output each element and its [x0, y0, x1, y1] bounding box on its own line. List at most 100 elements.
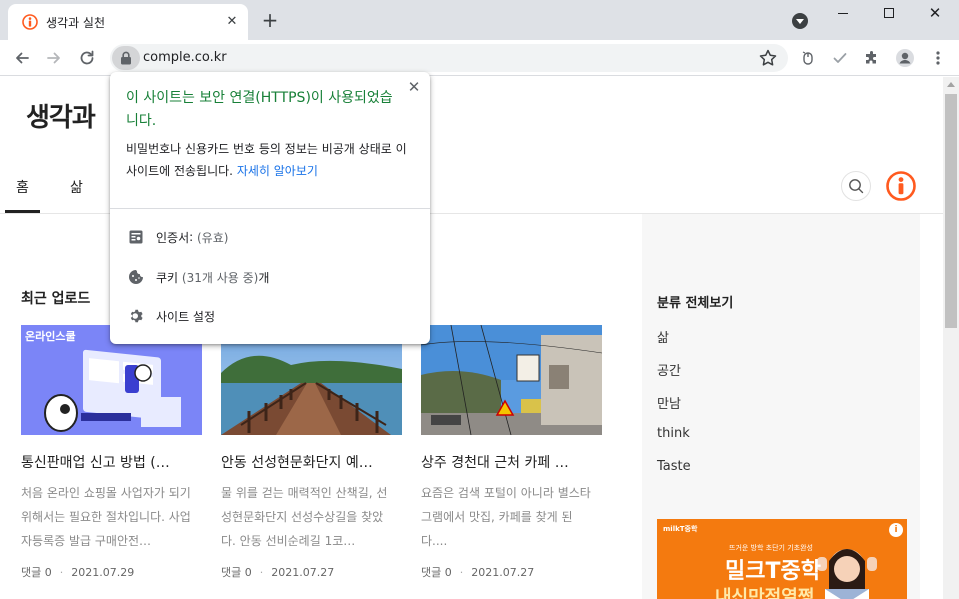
bookmark-star-icon[interactable]	[758, 48, 778, 68]
extensions-button[interactable]	[862, 48, 882, 68]
cookies-row[interactable]: 쿠키 (31개 사용 중) 개	[126, 265, 416, 289]
category-item-taste[interactable]: Taste	[657, 459, 691, 474]
window-close-button[interactable]: ✕	[912, 0, 958, 26]
info-logo-icon[interactable]	[886, 171, 916, 201]
post-excerpt[interactable]: 처음 온라인 쇼핑몰 사업자가 되기 위해서는 필요한 절차입니다. 사업자등록…	[21, 481, 196, 553]
cookies-label: 쿠키	[156, 270, 179, 285]
post-excerpt[interactable]: 물 위를 걷는 매력적인 산책길, 선성현문화단지 선성수상길을 찾았다. 안동…	[221, 481, 396, 553]
post-excerpt[interactable]: 요즘은 검색 포털이 아니라 별스타그램에서 맛집, 카페를 찾게 된다....	[421, 481, 596, 553]
address-bar[interactable]: comple.co.kr	[110, 44, 788, 72]
popup-close-icon[interactable]: ✕	[405, 78, 423, 96]
chrome-menu-button[interactable]	[928, 48, 948, 68]
page-scrollbar[interactable]	[943, 77, 959, 599]
browser-toolbar: comple.co.kr	[0, 40, 959, 76]
reload-button[interactable]	[73, 44, 101, 72]
certificate-status: (유효)	[196, 230, 229, 245]
meta-separator: ·	[259, 566, 264, 579]
post-card[interactable]: 상주 경천대 근처 카페 … 요즘은 검색 포털이 아니라 별스타그램에서 맛집…	[421, 325, 603, 580]
profile-button[interactable]	[895, 48, 915, 68]
thumbnail-caption: 온라인스쿨	[25, 330, 76, 343]
post-title[interactable]: 상주 경천대 근처 카페 …	[421, 452, 596, 472]
post-card[interactable]: 온라인스쿨 통신판매업 신고 방법 (… 처음 온라인 쇼핑몰 사업자가 되기 …	[21, 325, 203, 580]
meta-separator: ·	[59, 566, 64, 579]
learn-more-link[interactable]: 자세히 알아보기	[237, 164, 318, 178]
avatar-icon	[896, 49, 914, 67]
post-title[interactable]: 안동 선성현문화단지 예…	[221, 452, 396, 472]
cookies-count: (31개 사용 중)	[181, 270, 259, 285]
site-favicon-icon	[22, 14, 38, 30]
post-date: 2021.07.27	[471, 566, 535, 579]
new-tab-button[interactable]: +	[258, 8, 282, 32]
certificate-icon	[126, 227, 146, 247]
reload-icon	[80, 50, 94, 65]
tab-strip: 생각과 실천 ✕ + ✕	[0, 0, 959, 40]
minimize-icon	[838, 12, 848, 14]
category-item-think[interactable]: think	[657, 426, 690, 441]
connection-secure-title: 이 사이트는 보안 연결(HTTPS)이 사용되었습니다.	[126, 90, 393, 129]
site-security-popup: 이 사이트는 보안 연결(HTTPS)이 사용되었습니다. ✕ 비밀번호나 신용…	[110, 72, 430, 344]
post-meta: 댓글 0 · 2021.07.29	[21, 564, 203, 580]
minimize-button[interactable]	[820, 0, 866, 26]
post-card[interactable]: 안동 선성현문화단지 예… 물 위를 걷는 매력적인 산책길, 선성현문화단지 …	[221, 325, 403, 580]
site-settings-label: 사이트 설정	[156, 309, 216, 324]
tab-search-icon[interactable]	[792, 13, 808, 29]
meta-separator: ·	[459, 566, 464, 579]
post-date: 2021.07.27	[271, 566, 335, 579]
nav-item-home[interactable]: 홈	[16, 177, 29, 197]
popup-divider	[110, 208, 430, 209]
certificate-label: 인증서	[156, 230, 190, 245]
url-text[interactable]: comple.co.kr	[143, 50, 227, 65]
post-thumbnail[interactable]	[421, 325, 602, 435]
connection-description: 비밀번호나 신용카드 번호 등의 정보는 비공개 상태로 이 사이트에 전송됩니…	[126, 138, 416, 182]
lock-icon	[121, 51, 131, 65]
ad-headline: 밀크T중학	[725, 559, 821, 584]
kebab-menu-icon	[936, 51, 940, 65]
ad-brand-logo: milkT중학	[663, 525, 698, 533]
scrollbar-thumb[interactable]	[945, 94, 957, 328]
extension-check-button[interactable]	[830, 48, 850, 68]
post-meta: 댓글 0 · 2021.07.27	[421, 564, 603, 580]
maximize-icon	[884, 8, 894, 18]
mouse-pointer-icon	[802, 51, 813, 65]
search-icon	[849, 179, 864, 194]
street-cafe-photo	[421, 325, 602, 435]
category-all-link[interactable]: 분류 전체보기	[657, 292, 733, 311]
site-settings-row[interactable]: 사이트 설정	[126, 304, 416, 328]
certificate-colon: :	[189, 230, 197, 244]
browser-tab[interactable]: 생각과 실천 ✕	[8, 4, 248, 40]
category-item-space[interactable]: 공간	[657, 360, 681, 379]
comment-count[interactable]: 댓글 0	[421, 566, 452, 579]
checkmark-icon	[833, 53, 847, 63]
scroll-up-arrow-icon[interactable]	[947, 82, 955, 87]
cookie-icon	[126, 267, 146, 287]
nav-item-life[interactable]: 삶	[70, 177, 83, 197]
tab-title: 생각과 실천	[46, 16, 106, 30]
arrow-right-icon	[47, 52, 60, 64]
tab-close-icon[interactable]: ✕	[222, 12, 242, 32]
comment-count[interactable]: 댓글 0	[221, 566, 252, 579]
back-button[interactable]	[8, 44, 36, 72]
forward-button[interactable]	[40, 44, 68, 72]
ad-subheadline: 내신만점열쩡	[715, 587, 815, 599]
sidebar-ad-banner[interactable]: milkT중학 뜨거운 방학 초단기 기초완성 밀크T중학 내신만점열쩡 i	[657, 519, 907, 599]
category-item-life[interactable]: 삶	[657, 327, 669, 346]
ad-tagline: 뜨거운 방학 초단기 기초완성	[729, 544, 813, 552]
category-item-meeting[interactable]: 만남	[657, 393, 681, 412]
cookies-suffix: 개	[258, 270, 270, 285]
certificate-row[interactable]: 인증서: (유효)	[126, 225, 416, 249]
post-title[interactable]: 통신판매업 신고 방법 (…	[21, 452, 196, 472]
sidebar: 분류 전체보기 삶 공간 만남 think Taste milkT중학 뜨거운 …	[642, 214, 920, 599]
post-meta: 댓글 0 · 2021.07.27	[221, 564, 403, 580]
ad-info-icon[interactable]: i	[889, 523, 903, 537]
post-date: 2021.07.29	[71, 566, 135, 579]
comment-count[interactable]: 댓글 0	[21, 566, 52, 579]
maximize-button[interactable]	[866, 0, 912, 26]
recent-uploads-heading: 최근 업로드	[21, 291, 91, 307]
site-info-button[interactable]	[112, 46, 140, 70]
arrow-left-icon	[16, 52, 29, 64]
close-icon: ✕	[928, 3, 942, 22]
gear-icon	[126, 306, 146, 326]
blog-title[interactable]: 생각과	[26, 97, 96, 134]
extension-mouse-button[interactable]	[798, 48, 818, 68]
search-button[interactable]	[841, 171, 871, 201]
